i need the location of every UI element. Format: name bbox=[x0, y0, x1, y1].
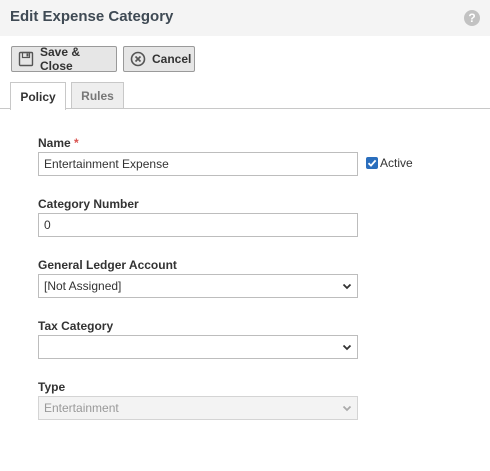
required-marker: * bbox=[74, 136, 79, 150]
category-number-input[interactable]: 0 bbox=[38, 213, 358, 237]
name-label-text: Name bbox=[38, 136, 71, 150]
save-close-label: Save & Close bbox=[39, 45, 81, 73]
gl-account-value: [Not Assigned] bbox=[44, 279, 122, 293]
cancel-button[interactable]: Cancel bbox=[123, 46, 195, 72]
active-label: Active bbox=[380, 156, 413, 170]
checkmark-icon bbox=[367, 159, 377, 167]
tabs-divider bbox=[0, 108, 490, 109]
tax-category-select[interactable] bbox=[38, 335, 358, 359]
active-checkbox-wrap[interactable]: Active bbox=[366, 156, 413, 170]
save-close-button[interactable]: Save & Close bbox=[11, 45, 117, 73]
type-label: Type bbox=[38, 380, 66, 394]
cancel-icon bbox=[130, 51, 146, 67]
save-icon bbox=[18, 51, 34, 67]
name-label: Name * bbox=[38, 136, 79, 150]
tab-policy[interactable]: Policy bbox=[10, 82, 66, 110]
type-select: Entertainment bbox=[38, 396, 358, 420]
gl-account-select[interactable]: [Not Assigned] bbox=[38, 274, 358, 298]
window-titlebar: Edit Expense Category ? bbox=[0, 0, 490, 36]
gl-account-label: General Ledger Account bbox=[38, 258, 177, 272]
window-title: Edit Expense Category bbox=[10, 8, 174, 25]
chevron-down-icon bbox=[342, 283, 352, 290]
category-number-value: 0 bbox=[44, 218, 51, 232]
chevron-down-icon bbox=[342, 405, 352, 412]
tab-rules[interactable]: Rules bbox=[71, 82, 124, 109]
type-value: Entertainment bbox=[44, 401, 119, 415]
tax-category-label: Tax Category bbox=[38, 319, 114, 333]
cancel-label: Cancel bbox=[152, 52, 192, 66]
name-input[interactable]: Entertainment Expense bbox=[38, 152, 358, 176]
help-icon[interactable]: ? bbox=[464, 10, 480, 26]
active-checkbox[interactable] bbox=[366, 157, 378, 169]
name-input-value: Entertainment Expense bbox=[44, 157, 169, 171]
chevron-down-icon bbox=[342, 344, 352, 351]
category-number-label: Category Number bbox=[38, 197, 139, 211]
